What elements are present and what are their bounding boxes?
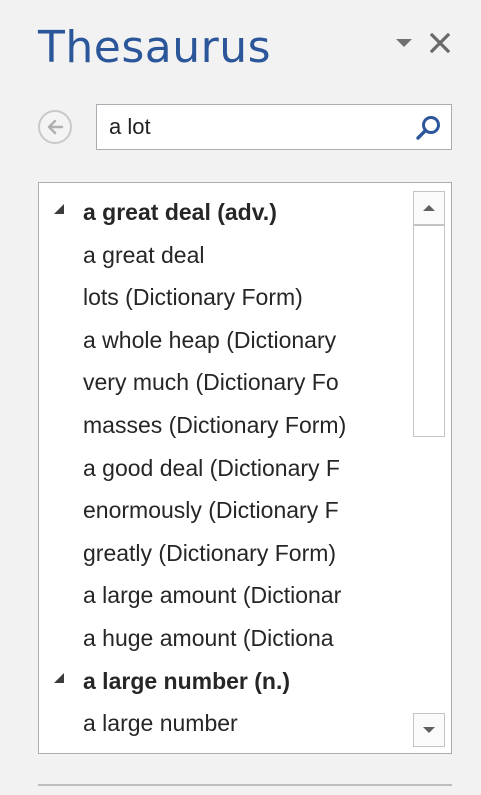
synonym-label: a great deal xyxy=(83,241,205,268)
results-list-box: a great deal (adv.) a great deal lots (Dic… xyxy=(38,182,452,754)
scroll-up-arrow-icon xyxy=(423,205,435,211)
synonym-item[interactable]: a great deal xyxy=(39,234,407,276)
synonym-item[interactable]: enormously (Dictionary F xyxy=(39,489,407,531)
synonym-label: greatly (Dictionary Form) xyxy=(83,539,337,566)
meaning-heading-label: a great deal (adv.) xyxy=(83,199,277,225)
synonym-label: masses (Dictionary Form) xyxy=(83,412,347,438)
synonym-item[interactable]: greatly (Dictionary Form) xyxy=(39,532,407,574)
synonym-label: very much (Dictionary Fo xyxy=(83,369,339,396)
synonym-label: enormously (Dictionary F xyxy=(83,497,339,524)
synonym-item[interactable]: a huge amount (Dictiona xyxy=(39,617,407,659)
synonym-item[interactable]: a whole heap (Dictionary xyxy=(39,319,407,361)
scroll-up-button[interactable] xyxy=(413,191,445,225)
thesaurus-pane: Thesaurus a lot a great deal (adv.) a gr… xyxy=(0,0,481,795)
synonym-item[interactable]: masses (Dictionary Form) xyxy=(39,404,407,446)
synonym-label: a large number xyxy=(83,710,238,737)
search-bar xyxy=(38,104,454,152)
scrollbar-thumb[interactable] xyxy=(413,225,445,437)
synonym-label: a large amount (Dictionar xyxy=(83,582,342,609)
collapse-triangle-icon[interactable] xyxy=(54,204,64,214)
back-arrow-icon xyxy=(47,119,64,135)
back-button[interactable] xyxy=(38,110,72,144)
synonym-label: a good deal (Dictionary F xyxy=(83,454,340,481)
meaning-heading-label: a large number (n.) xyxy=(83,667,291,694)
pane-options-button[interactable] xyxy=(393,30,415,56)
synonym-label: masses (Dictionary Form) xyxy=(83,745,346,754)
search-box xyxy=(96,104,452,150)
synonym-label: a huge amount (Dictiona xyxy=(83,625,334,651)
pane-controls xyxy=(393,30,451,56)
close-pane-button[interactable] xyxy=(429,30,451,56)
chevron-down-icon xyxy=(396,39,412,47)
scroll-down-arrow-icon xyxy=(423,727,435,733)
synonym-item[interactable]: very much (Dictionary Fo xyxy=(39,361,407,403)
collapse-triangle-icon[interactable] xyxy=(54,672,64,683)
scroll-down-button[interactable] xyxy=(413,713,445,747)
synonym-item[interactable]: lots (Dictionary Form) xyxy=(39,276,407,318)
pane-divider xyxy=(38,784,452,786)
synonym-item[interactable]: a large number xyxy=(39,702,407,744)
synonym-label: a whole heap (Dictionary xyxy=(83,326,337,353)
synonym-item[interactable]: a good deal (Dictionary F xyxy=(39,447,407,489)
synonym-label: lots (Dictionary Form) xyxy=(83,284,303,311)
synonym-item[interactable]: masses (Dictionary Form) xyxy=(39,745,407,754)
vertical-scrollbar[interactable] xyxy=(413,191,445,747)
pane-title: Thesaurus xyxy=(38,22,272,73)
close-icon xyxy=(429,32,451,54)
synonym-item[interactable]: a large amount (Dictionar xyxy=(39,574,407,616)
search-input[interactable] xyxy=(109,113,399,141)
synonym-list: a great deal (adv.) a great deal lots (Dic… xyxy=(39,183,407,753)
meaning-heading[interactable]: a great deal (adv.) xyxy=(39,191,407,233)
magnifier-icon xyxy=(416,116,440,140)
meaning-heading[interactable]: a large number (n.) xyxy=(39,660,407,702)
search-button[interactable] xyxy=(413,113,443,143)
